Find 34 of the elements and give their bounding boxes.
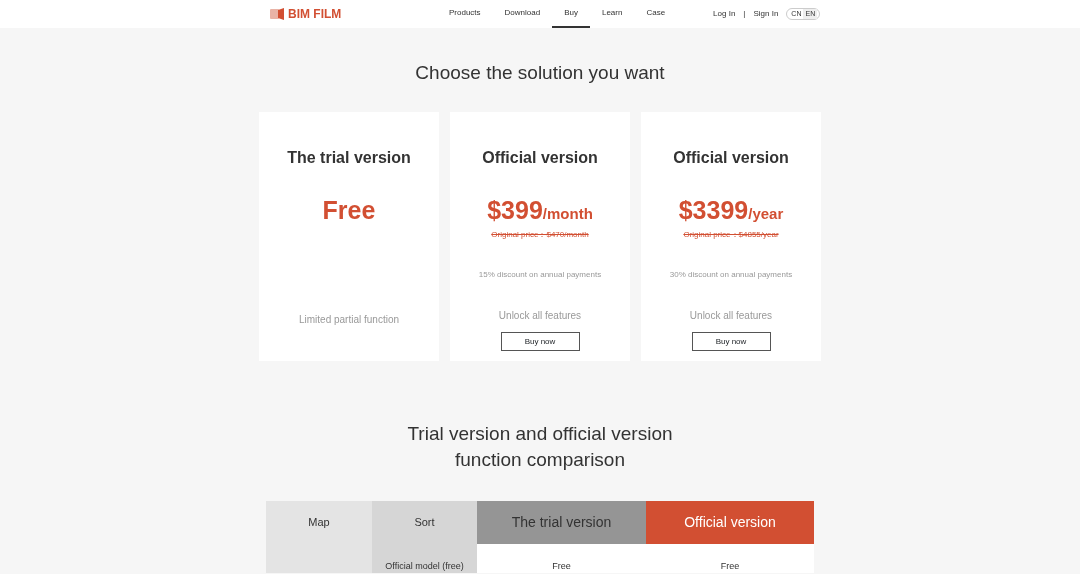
- discount-text: 15% discount on annual payments: [478, 269, 602, 281]
- original-price: Original price：$4855/year: [683, 229, 779, 241]
- nav-link[interactable]: Products: [437, 0, 493, 28]
- plan-name: Official version: [482, 147, 598, 168]
- plan-name: The trial version: [287, 147, 411, 168]
- column-header: Map: [266, 500, 372, 544]
- price-text: Free: [322, 194, 376, 226]
- discount-text: 30% discount on annual payments: [669, 269, 793, 281]
- plan-name: Official version: [673, 147, 789, 168]
- buy-button[interactable]: Buy now: [691, 332, 771, 351]
- nav-link[interactable]: Download: [492, 0, 553, 28]
- login-link[interactable]: Log In: [713, 8, 736, 20]
- table-cell: Free: [477, 543, 646, 573]
- logo-text: BIM FILM: [288, 6, 342, 23]
- feature-text: Unlock all features: [689, 309, 773, 323]
- price-text: $3399/year: [678, 194, 784, 226]
- column-header: The trial version: [477, 500, 646, 544]
- page-title: Choose the solution you want: [415, 62, 665, 83]
- price-text: $399/month: [487, 194, 593, 226]
- feature-text: Limited partial function: [298, 313, 400, 327]
- nav-link[interactable]: Learn: [589, 0, 635, 28]
- feature-text: Unlock all features: [498, 309, 582, 323]
- table-cell: Free: [646, 543, 814, 573]
- section-title: Trial version and official version function comparison: [407, 422, 673, 470]
- logo-icon: [270, 8, 284, 20]
- column-header: Official version: [646, 500, 814, 544]
- original-price: Original price：$470/month: [491, 229, 589, 241]
- table-cell: Official model (free): [372, 543, 477, 573]
- nav-link[interactable]: Case: [634, 0, 678, 28]
- column-header: Sort: [372, 500, 477, 544]
- signin-link[interactable]: Sign In: [753, 8, 779, 20]
- separator: |: [743, 8, 746, 20]
- buy-button[interactable]: Buy now: [500, 332, 580, 351]
- nav-link[interactable]: Buy: [552, 0, 590, 28]
